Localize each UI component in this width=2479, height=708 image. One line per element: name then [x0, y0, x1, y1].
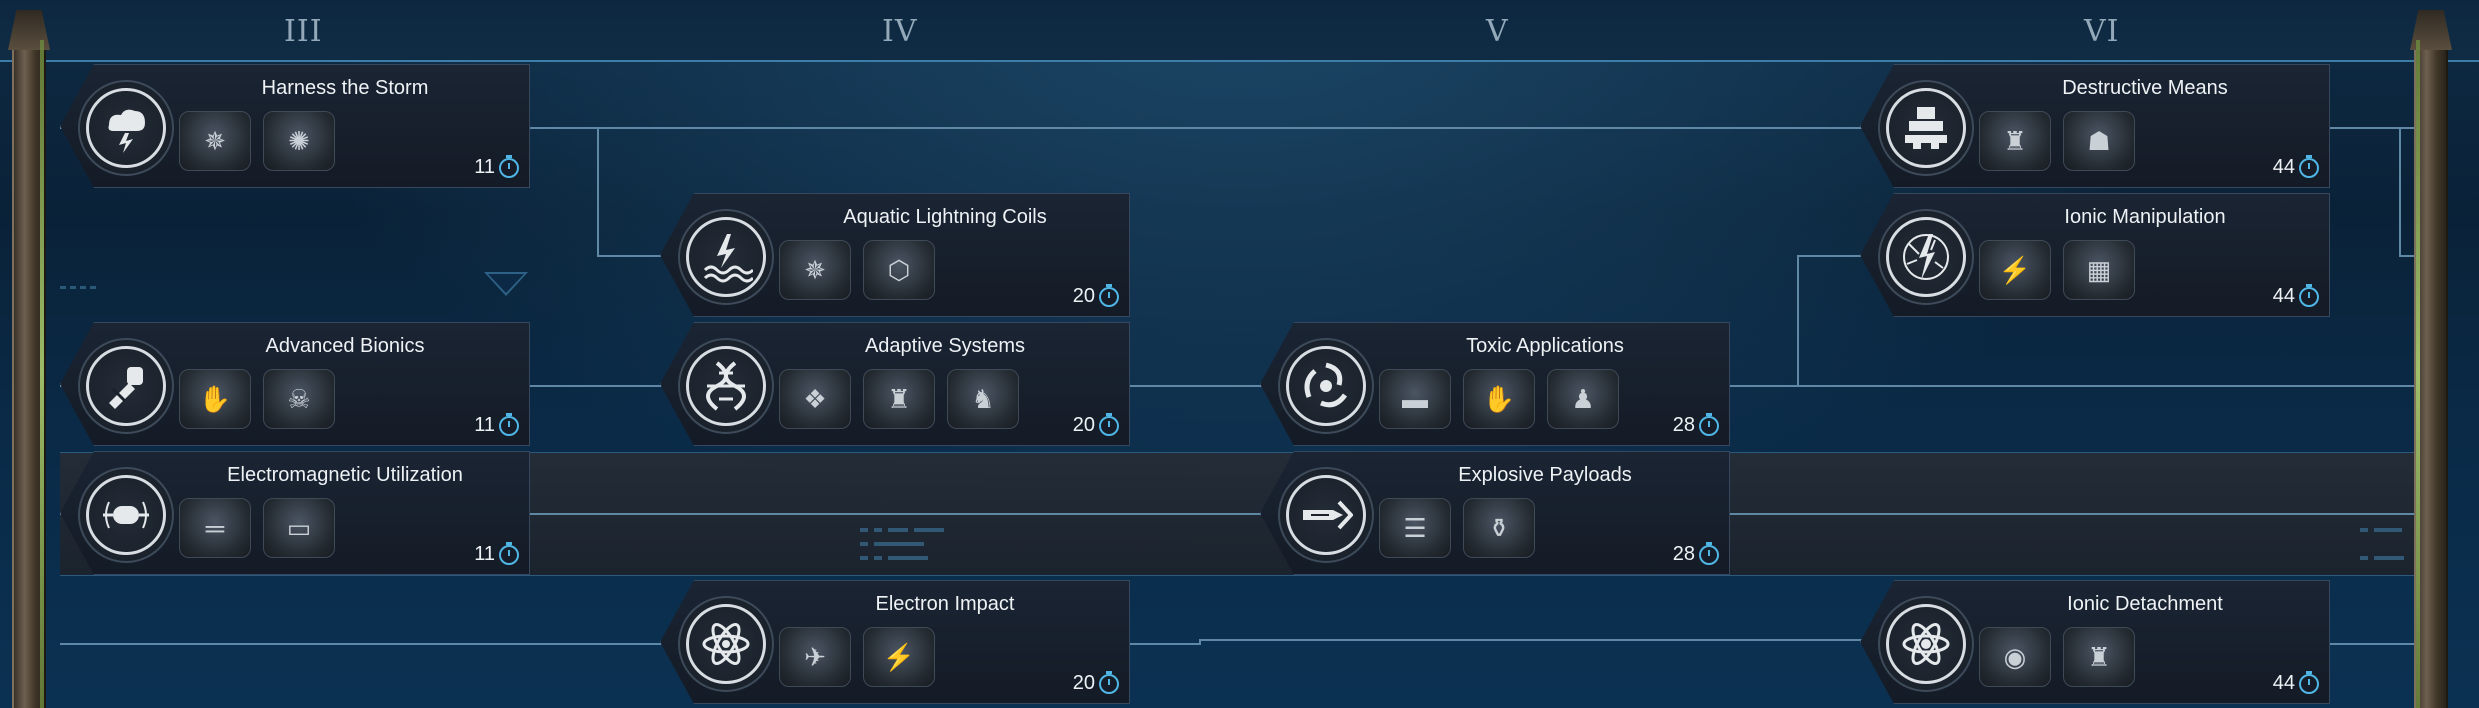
unit-preview-thumb[interactable]: ✺ [263, 111, 335, 171]
unit-preview-thumb[interactable]: ☰ [1379, 498, 1451, 558]
tech-title: Toxic Applications [1466, 335, 1624, 357]
biohazard-swirl-icon [1278, 338, 1374, 434]
atom-lightning-icon [678, 596, 774, 692]
research-cost: 28 [1672, 543, 1695, 565]
research-cost: 44 [2272, 156, 2295, 178]
storm-cloud-lightning-icon [78, 80, 174, 176]
research-cost: 11 [474, 543, 495, 565]
lightning-globe-icon [1878, 209, 1974, 305]
tech-title: Ionic Manipulation [2064, 206, 2226, 228]
tech-title: Ionic Detachment [2067, 593, 2223, 615]
tech-title: Aquatic Lightning Coils [843, 206, 1047, 228]
research-cost: 20 [1072, 414, 1095, 436]
tech-title: Explosive Payloads [1458, 464, 1632, 486]
unit-preview-thumb[interactable]: ♟ [1547, 369, 1619, 429]
timer-icon [1099, 670, 1119, 694]
missile-icon [1278, 467, 1374, 563]
unit-preview-thumb[interactable]: ⬡ [863, 240, 935, 300]
unit-preview-thumb[interactable]: ♜ [863, 369, 935, 429]
research-cost: 20 [1072, 285, 1095, 307]
timer-icon [1099, 412, 1119, 436]
dna-helix-icon [678, 338, 774, 434]
timer-icon [1699, 541, 1719, 565]
lightning-over-waves-icon [678, 209, 774, 305]
research-cost: 44 [2272, 672, 2295, 694]
research-cost: 20 [1072, 672, 1095, 694]
unit-preview-thumb[interactable]: ☗ [2063, 111, 2135, 171]
unit-preview-thumb[interactable]: ✈ [779, 627, 851, 687]
research-cost: 11 [474, 414, 495, 436]
unit-preview-thumb[interactable]: ✵ [179, 111, 251, 171]
unit-preview-thumb[interactable]: ⚱ [1463, 498, 1535, 558]
timer-icon [2299, 670, 2319, 694]
research-cost: 28 [1672, 414, 1695, 436]
atom-icon [1878, 596, 1974, 692]
unit-preview-thumb[interactable]: ☠ [263, 369, 335, 429]
unit-preview-thumb[interactable]: ⚡ [863, 627, 935, 687]
robotic-arm-icon [78, 338, 174, 434]
research-cost: 11 [474, 156, 495, 178]
timer-icon [2299, 154, 2319, 178]
unit-preview-thumb[interactable]: ♞ [947, 369, 1019, 429]
unit-preview-thumb[interactable]: ▭ [263, 498, 335, 558]
timer-icon [499, 412, 519, 436]
unit-preview-thumb[interactable]: ◉ [1979, 627, 2051, 687]
unit-preview-thumb[interactable]: ⚡ [1979, 240, 2051, 300]
unit-preview-thumb[interactable]: ♜ [2063, 627, 2135, 687]
timer-icon [2299, 283, 2319, 307]
unit-preview-thumb[interactable]: ♜ [1979, 111, 2051, 171]
unit-preview-thumb[interactable]: ▬ [1379, 369, 1451, 429]
unit-preview-thumb[interactable]: ▦ [2063, 240, 2135, 300]
tech-title: Electromagnetic Utilization [227, 464, 463, 486]
research-cost: 44 [2272, 285, 2295, 307]
tech-title: Destructive Means [2062, 77, 2228, 99]
unit-preview-thumb[interactable]: ❖ [779, 369, 851, 429]
tech-title: Harness the Storm [261, 77, 429, 99]
tech-title: Advanced Bionics [265, 335, 425, 357]
unit-preview-thumb[interactable]: ✋ [179, 369, 251, 429]
unit-preview-thumb[interactable]: ✋ [1463, 369, 1535, 429]
unit-preview-thumb[interactable]: ═ [179, 498, 251, 558]
unit-preview-thumb[interactable]: ✵ [779, 240, 851, 300]
timer-icon [1099, 283, 1119, 307]
timer-icon [1699, 412, 1719, 436]
fortress-icon [1878, 80, 1974, 176]
timer-icon [499, 154, 519, 178]
timer-icon [499, 541, 519, 565]
tech-title: Electron Impact [875, 593, 1015, 615]
tech-title: Adaptive Systems [864, 335, 1026, 357]
coil-capsule-icon [78, 467, 174, 563]
